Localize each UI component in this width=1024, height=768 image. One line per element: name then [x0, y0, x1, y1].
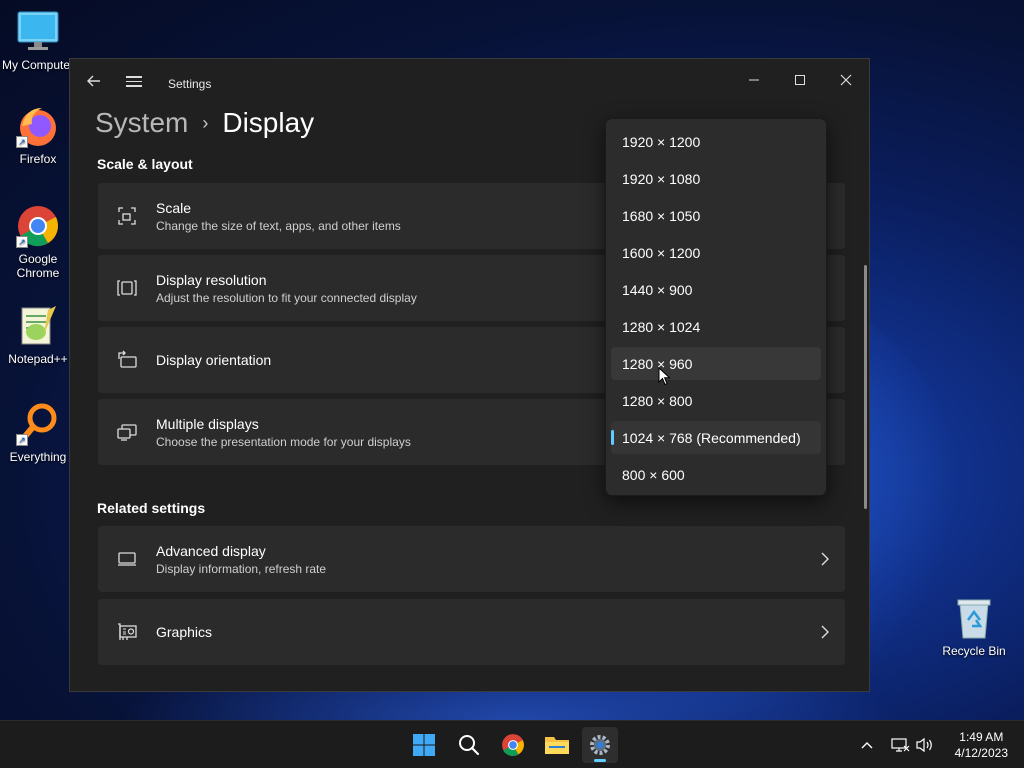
- everything-search-icon: ↗: [16, 402, 60, 446]
- monitor-icon: [98, 549, 156, 569]
- back-button[interactable]: [86, 73, 106, 93]
- window-title: Settings: [168, 77, 212, 91]
- breadcrumb: System › Display: [95, 107, 314, 139]
- close-icon: [840, 74, 852, 86]
- taskbar-settings-button[interactable]: [582, 727, 618, 763]
- multiple-displays-icon: [98, 422, 156, 442]
- resolution-option[interactable]: 1280 × 1024: [611, 310, 821, 343]
- desktop-icon-my-computer[interactable]: My Computer: [0, 10, 76, 72]
- desktop-icon-label: My Computer: [1, 58, 75, 72]
- desktop-icon-everything[interactable]: ↗ Everything: [0, 402, 76, 464]
- start-icon: [413, 734, 435, 756]
- network-status[interactable]: [890, 721, 910, 768]
- resolution-option[interactable]: 1600 × 1200: [611, 236, 821, 269]
- orientation-icon: [98, 350, 156, 370]
- chrome-icon: ↗: [16, 204, 60, 248]
- card-subtitle: Display information, refresh rate: [156, 561, 327, 576]
- card-advanced-display[interactable]: Advanced display Display information, re…: [98, 526, 845, 592]
- minimize-button[interactable]: [731, 65, 777, 95]
- resolution-option-hovered[interactable]: 1280 × 960: [611, 347, 821, 380]
- chevron-up-icon: [861, 742, 873, 749]
- clock-time: 1:49 AM: [959, 730, 1004, 744]
- show-hidden-icons-button[interactable]: [860, 721, 874, 768]
- maximize-icon: [795, 75, 805, 85]
- card-title: Advanced display: [156, 542, 266, 559]
- card-graphics[interactable]: Graphics: [98, 599, 845, 665]
- hamburger-icon: [126, 76, 146, 87]
- resolution-option[interactable]: 1920 × 1200: [611, 125, 821, 158]
- start-button[interactable]: [406, 727, 442, 763]
- chevron-right-icon: [805, 625, 845, 639]
- desktop-icon-label: Firefox: [19, 152, 57, 166]
- section-title-related-settings: Related settings: [97, 500, 206, 516]
- resolution-option[interactable]: 1680 × 1050: [611, 199, 821, 232]
- file-explorer-icon: [545, 737, 569, 754]
- resolution-dropdown-list: 1920 × 1200 1920 × 1080 1680 × 1050 1600…: [605, 118, 827, 496]
- scale-icon: [98, 206, 156, 226]
- mouse-cursor-icon: [658, 367, 671, 386]
- resolution-option[interactable]: 1440 × 900: [611, 273, 821, 306]
- desktop-icon-label: Everything: [9, 450, 67, 464]
- search-icon: [459, 735, 480, 756]
- taskbar-chrome-button[interactable]: [495, 727, 531, 763]
- resolution-option-selected[interactable]: 1024 × 768 (Recommended): [611, 421, 821, 454]
- chevron-right-icon: ›: [202, 112, 209, 133]
- desktop-icon-notepad-plus-plus[interactable]: Notepad++: [0, 304, 76, 366]
- taskbar-file-explorer-button[interactable]: [539, 727, 575, 763]
- taskbar-clock[interactable]: 1:49 AM 4/12/2023: [955, 729, 1008, 761]
- clock-date: 4/12/2023: [954, 746, 1008, 760]
- maximize-button[interactable]: [777, 65, 823, 95]
- firefox-icon: ↗: [16, 104, 60, 148]
- back-arrow-icon: [87, 75, 100, 87]
- card-title: Graphics: [156, 624, 213, 640]
- title-bar: Settings: [70, 59, 869, 109]
- graphics-card-icon: [98, 622, 156, 642]
- taskbar-search-button[interactable]: [451, 727, 487, 763]
- chrome-icon: [502, 734, 524, 756]
- volume-control[interactable]: [915, 721, 935, 768]
- desktop-icon-firefox[interactable]: ↗ Firefox: [0, 104, 76, 166]
- desktop-icon-label: Google Chrome: [16, 252, 60, 280]
- minimize-icon: [749, 79, 759, 81]
- resolution-option[interactable]: 800 × 600: [611, 458, 821, 491]
- close-button[interactable]: [823, 65, 869, 95]
- settings-icon: [590, 735, 610, 755]
- desktop-icon-label: Notepad++: [8, 352, 68, 366]
- computer-icon: [16, 10, 60, 54]
- navigation-menu-button[interactable]: [126, 73, 146, 93]
- chevron-right-icon: [805, 552, 845, 566]
- desktop-icon-recycle-bin[interactable]: Recycle Bin: [936, 596, 1012, 658]
- resolution-icon: [98, 278, 156, 298]
- recycle-bin-icon: [952, 596, 996, 640]
- breadcrumb-system-link[interactable]: System: [95, 107, 188, 139]
- volume-icon: [916, 737, 932, 753]
- section-title-scale-layout: Scale & layout: [97, 156, 193, 172]
- scrollbar[interactable]: [864, 265, 867, 509]
- network-icon: [891, 738, 910, 752]
- page-title: Display: [222, 107, 315, 138]
- desktop-icon-label: Recycle Bin: [942, 644, 1006, 658]
- resolution-option[interactable]: 1920 × 1080: [611, 162, 821, 195]
- taskbar: 1:49 AM 4/12/2023: [0, 720, 1024, 768]
- active-app-indicator: [594, 759, 606, 762]
- notepad-plus-plus-icon: [16, 304, 60, 348]
- desktop-icon-google-chrome[interactable]: ↗ Google Chrome: [0, 204, 76, 280]
- resolution-option[interactable]: 1280 × 800: [611, 384, 821, 417]
